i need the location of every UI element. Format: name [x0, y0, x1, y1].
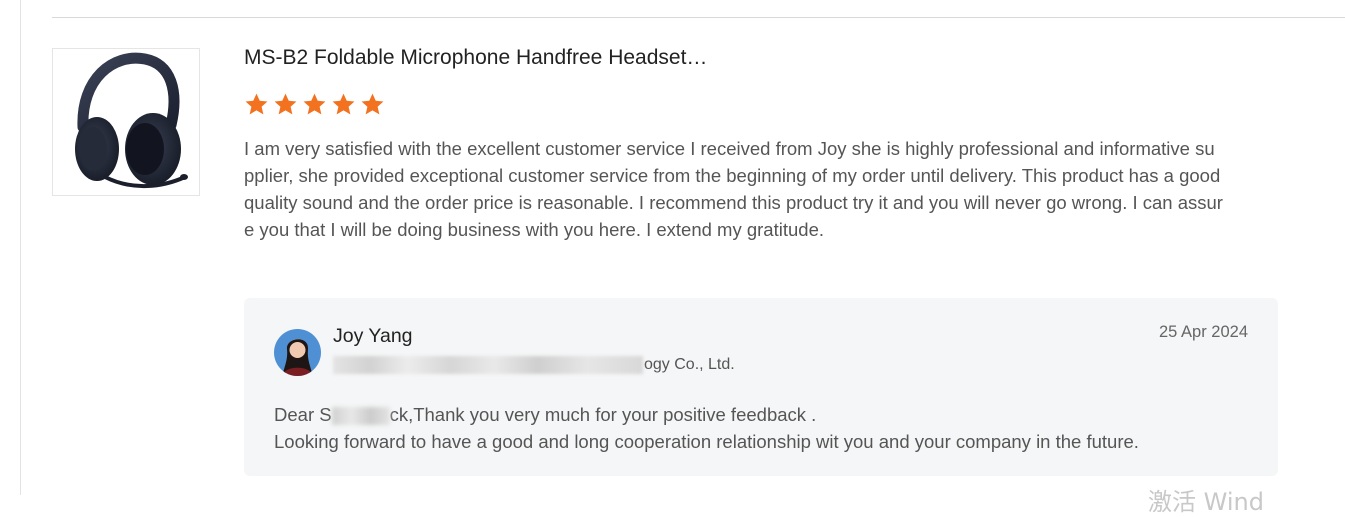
- product-title[interactable]: MS-B2 Foldable Microphone Handfree Heads…: [244, 46, 707, 70]
- product-thumbnail[interactable]: [52, 48, 200, 196]
- headset-image: [75, 52, 188, 188]
- star-icon: [303, 93, 326, 115]
- rating-stars: [244, 92, 385, 117]
- supplier-name: Joy Yang: [333, 325, 413, 347]
- star-icon: [332, 93, 355, 115]
- reply-date: 25 Apr 2024: [1159, 323, 1248, 341]
- avatar: [274, 329, 321, 376]
- activation-watermark: 激活 Wind: [1148, 488, 1264, 516]
- company-suffix: ogy Co., Ltd.: [644, 356, 735, 374]
- star-icon: [361, 93, 384, 115]
- left-divider: [20, 0, 21, 495]
- top-divider: [52, 17, 1345, 18]
- supplier-reply: Joy Yang ogy Co., Ltd. 25 Apr 2024 Dear …: [244, 298, 1278, 476]
- redacted-company-name: [333, 356, 643, 374]
- reply-line-1: Dear S ck,Thank you very much for your po…: [274, 401, 1139, 428]
- reply-text: Dear S ck,Thank you very much for your po…: [274, 401, 1139, 455]
- supplier-company: ogy Co., Ltd.: [333, 356, 735, 374]
- reply-line-2: Looking forward to have a good and long …: [274, 431, 1139, 452]
- reply-greeting: Dear S: [274, 404, 332, 425]
- review-text: I am very satisfied with the excellent c…: [244, 138, 1223, 240]
- star-icon: [274, 93, 297, 115]
- reply-line-1-text: ck,Thank you very much for your positive…: [389, 404, 817, 425]
- redacted-customer-name: [331, 407, 390, 426]
- star-icon: [245, 93, 268, 115]
